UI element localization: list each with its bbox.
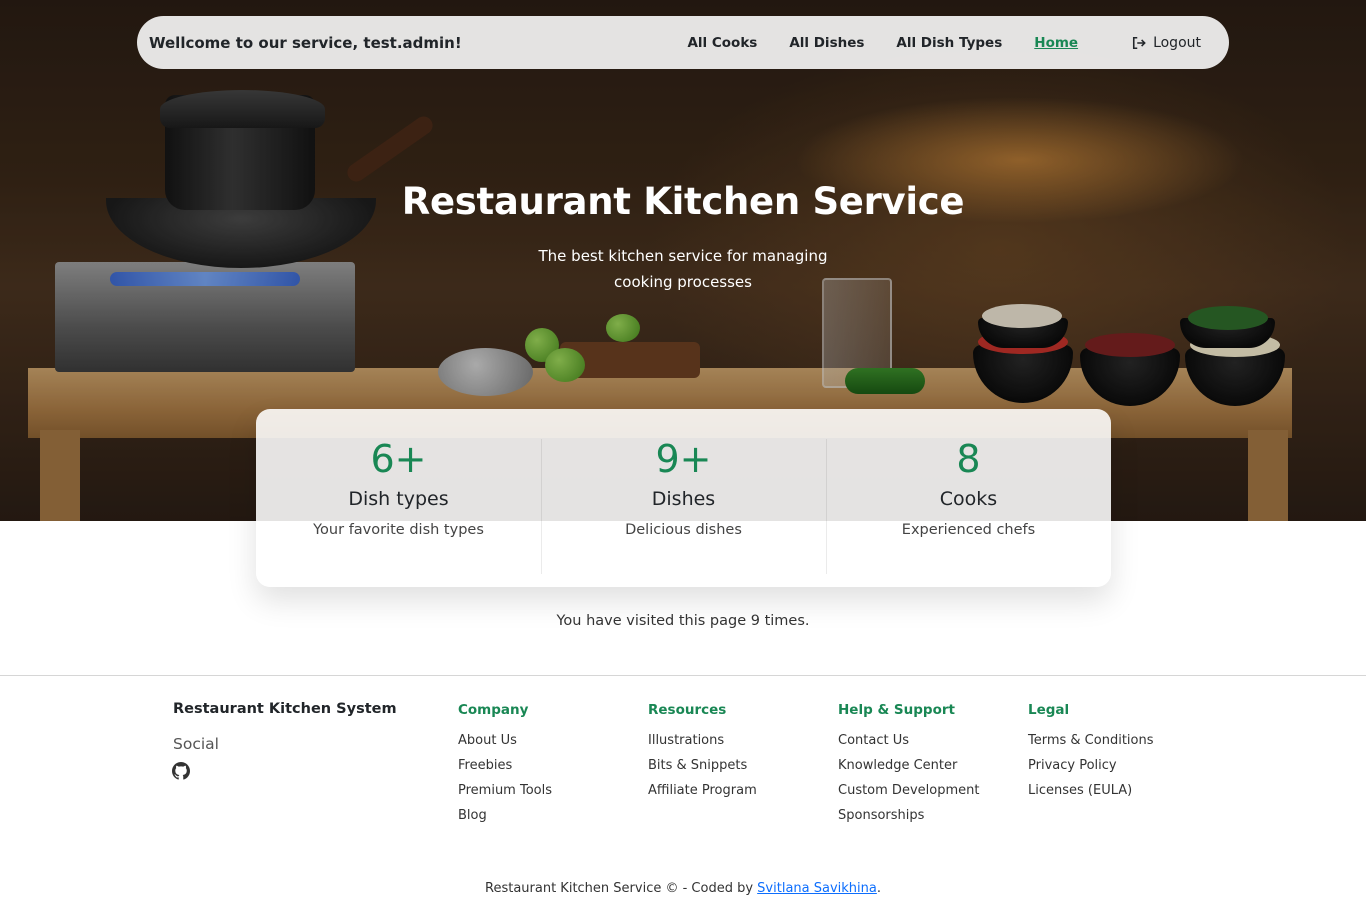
nav-all-dish-types[interactable]: All Dish Types (896, 35, 1002, 51)
footer-col-help-support: Help & Support Contact Us Knowledge Cent… (838, 702, 979, 828)
copyright: Restaurant Kitchen Service © - Coded by … (0, 881, 1366, 896)
nav-all-cooks[interactable]: All Cooks (687, 35, 757, 51)
footer-col-resources: Resources Illustrations Bits & Snippets … (648, 702, 757, 803)
stat-description: Delicious dishes (625, 522, 742, 538)
footer-link-terms[interactable]: Terms & Conditions (1028, 728, 1154, 753)
welcome-text: Wellcome to our service, test.admin! (149, 33, 462, 52)
footer-link-privacy[interactable]: Privacy Policy (1028, 753, 1154, 778)
footer-link-illustrations[interactable]: Illustrations (648, 728, 757, 753)
footer-link-premium-tools[interactable]: Premium Tools (458, 778, 552, 803)
footer: Restaurant Kitchen System Social Company… (0, 675, 1366, 922)
footer-link-affiliate-program[interactable]: Affiliate Program (648, 778, 757, 803)
copyright-prefix: Restaurant Kitchen Service © - Coded by (485, 881, 758, 896)
footer-col-title: Company (458, 702, 529, 718)
footer-link-sponsorships[interactable]: Sponsorships (838, 803, 979, 828)
footer-col-title: Legal (1028, 702, 1070, 718)
visit-counter: You have visited this page 9 times. (556, 613, 810, 629)
footer-col-company: Company About Us Freebies Premium Tools … (458, 702, 552, 828)
stat-dish-types: 6+ Dish types Your favorite dish types (256, 409, 541, 587)
copyright-suffix: . (876, 881, 881, 896)
stat-description: Your favorite dish types (313, 522, 484, 538)
hero-title: Restaurant Kitchen Service (401, 180, 965, 223)
logout-label: Logout (1153, 34, 1201, 51)
nav-links: All Cooks All Dishes All Dish Types Home… (655, 35, 1201, 51)
footer-link-freebies[interactable]: Freebies (458, 753, 552, 778)
footer-link-contact-us[interactable]: Contact Us (838, 728, 979, 753)
hero-subtitle: The best kitchen service for managing co… (538, 247, 828, 291)
logout-icon (1133, 36, 1146, 49)
footer-col-legal: Legal Terms & Conditions Privacy Policy … (1028, 702, 1154, 803)
footer-col-title: Help & Support (838, 702, 955, 718)
stat-title: Cooks (939, 488, 998, 510)
stat-value: 9+ (655, 437, 712, 481)
stat-dishes: 9+ Dishes Delicious dishes (541, 409, 826, 587)
stat-title: Dish types (348, 488, 449, 510)
github-icon (172, 762, 190, 780)
footer-link-bits-snippets[interactable]: Bits & Snippets (648, 753, 757, 778)
nav-all-dishes[interactable]: All Dishes (789, 35, 864, 51)
stat-value: 6+ (370, 437, 427, 481)
footer-link-about-us[interactable]: About Us (458, 728, 552, 753)
footer-link-licenses[interactable]: Licenses (EULA) (1028, 778, 1154, 803)
footer-link-custom-development[interactable]: Custom Development (838, 778, 979, 803)
stat-description: Experienced chefs (901, 522, 1036, 538)
footer-col-title: Resources (648, 702, 727, 718)
top-navbar: Wellcome to our service, test.admin! All… (137, 16, 1229, 69)
stat-cooks: 8 Cooks Experienced chefs (826, 409, 1111, 587)
footer-link-knowledge-center[interactable]: Knowledge Center (838, 753, 979, 778)
author-link[interactable]: Svitlana Savikhina (757, 881, 877, 896)
footer-social-heading: Social (173, 735, 219, 753)
stat-value: 8 (956, 437, 981, 481)
logout-button[interactable]: Logout (1132, 35, 1201, 51)
nav-home[interactable]: Home (1034, 35, 1078, 51)
github-link[interactable] (172, 762, 190, 784)
stat-title: Dishes (651, 488, 716, 510)
stats-card: 6+ Dish types Your favorite dish types 9… (256, 409, 1111, 587)
footer-brand: Restaurant Kitchen System (173, 701, 397, 717)
footer-link-blog[interactable]: Blog (458, 803, 552, 828)
